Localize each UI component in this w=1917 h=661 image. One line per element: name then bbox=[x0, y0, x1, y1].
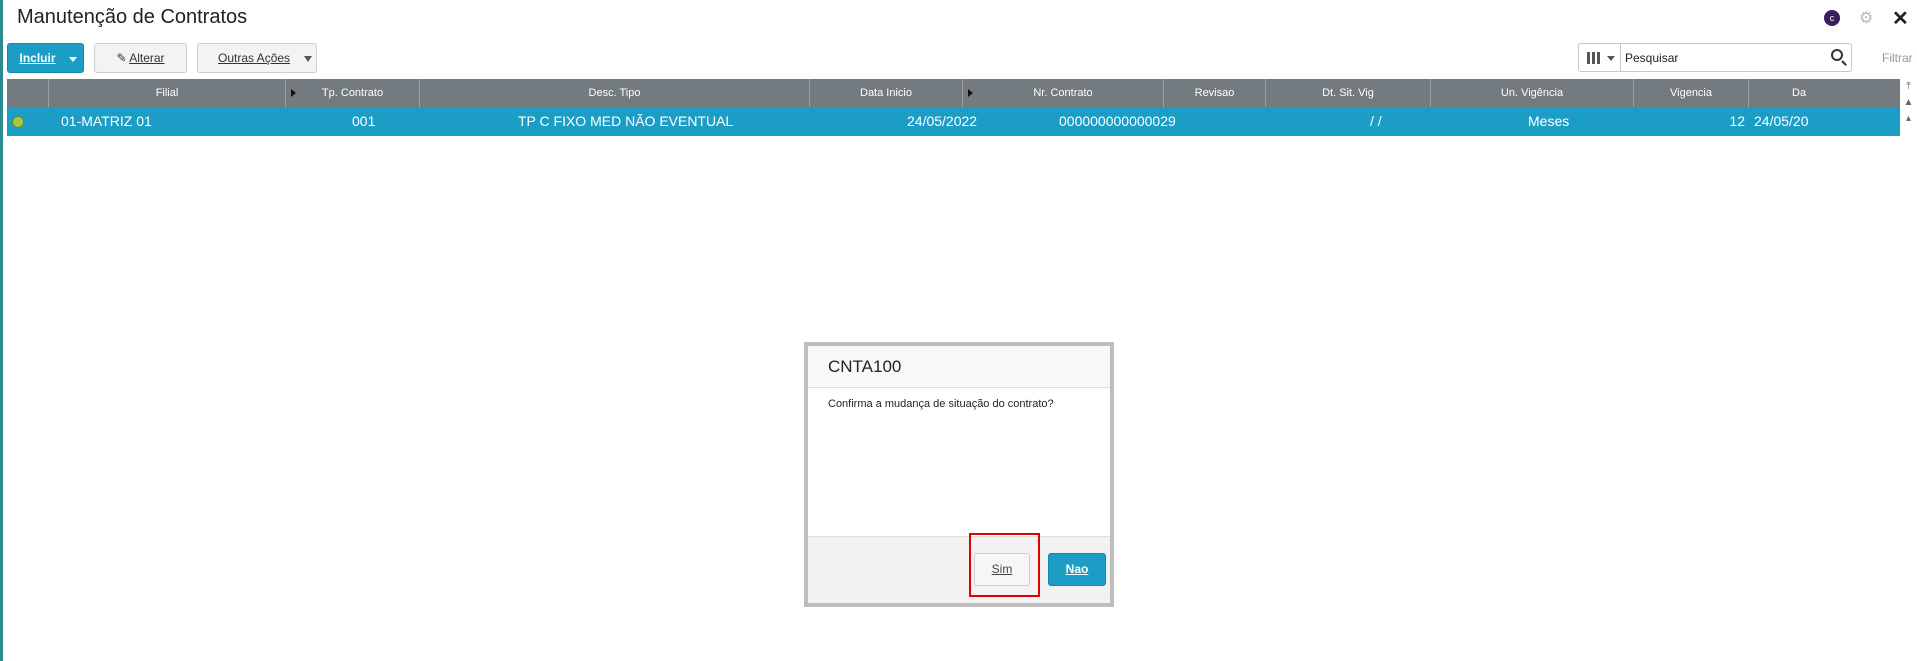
search-input[interactable] bbox=[1625, 46, 1825, 69]
header-vigencia[interactable]: Vigencia bbox=[1634, 79, 1749, 107]
gear-icon[interactable]: ⚙ bbox=[1859, 8, 1873, 28]
sort-arrow-icon bbox=[968, 89, 973, 97]
cell-dt-sit-vig: / / bbox=[1370, 113, 1382, 129]
header-data-extra[interactable]: Da bbox=[1749, 79, 1900, 107]
cell-un-vigencia: Meses bbox=[1528, 113, 1570, 129]
dialog-title: CNTA100 bbox=[808, 346, 1110, 388]
cell-tp-contrato: 001 bbox=[352, 113, 376, 129]
alterar-button[interactable]: ✎ Alterar bbox=[94, 43, 187, 73]
alterar-label: Alterar bbox=[129, 51, 165, 65]
header-un-vigencia[interactable]: Un. Vigência bbox=[1431, 79, 1634, 107]
page-title: Manutenção de Contratos bbox=[17, 6, 248, 28]
nao-button[interactable]: Nao bbox=[1048, 553, 1106, 586]
sort-arrow-icon bbox=[291, 89, 296, 97]
cell-data-extra: 24/05/20 bbox=[1754, 113, 1809, 129]
cell-desc-tipo: TP C FIXO MED NÃO EVENTUAL bbox=[518, 113, 734, 129]
close-icon[interactable]: ✕ bbox=[1892, 6, 1909, 31]
app-badge-icon[interactable]: c bbox=[1824, 10, 1840, 26]
annotation-highlight-box bbox=[969, 533, 1040, 597]
filter-link[interactable]: Filtrar bbox=[1882, 51, 1913, 65]
columns-icon bbox=[1587, 52, 1601, 64]
scroll-top-icon[interactable]: ⤒ bbox=[1900, 79, 1917, 95]
cell-revisao bbox=[1257, 107, 1297, 136]
header-data-inicio[interactable]: Data Inicio bbox=[810, 79, 963, 107]
cell-vigencia: 12 bbox=[1729, 113, 1745, 129]
grid-header: Filial Tp. Contrato Desc. Tipo Data Inic… bbox=[7, 79, 1900, 107]
dialog-message: Confirma a mudança de situação do contra… bbox=[828, 398, 1054, 410]
search-icon[interactable] bbox=[1831, 49, 1843, 61]
incluir-label: Incluir bbox=[19, 51, 56, 65]
dialog-footer: Sim Nao bbox=[808, 536, 1110, 603]
columns-selector-button[interactable] bbox=[1579, 44, 1621, 71]
left-accent-bar bbox=[0, 0, 3, 661]
status-indicator-icon bbox=[12, 116, 24, 128]
table-row[interactable]: 01-MATRIZ 01 001 TP C FIXO MED NÃO EVENT… bbox=[7, 107, 1900, 136]
chevron-down-icon bbox=[1607, 56, 1615, 61]
incluir-button[interactable]: Incluir bbox=[7, 43, 84, 73]
chevron-down-icon bbox=[304, 56, 312, 62]
header-tp-contrato[interactable]: Tp. Contrato bbox=[286, 79, 420, 107]
outras-acoes-label: Outras Ações bbox=[218, 51, 291, 65]
scroll-up-small-icon[interactable]: ▴ bbox=[1900, 111, 1917, 127]
header-nr-contrato[interactable]: Nr. Contrato bbox=[963, 79, 1164, 107]
search-box bbox=[1578, 43, 1852, 72]
header-desc-tipo[interactable]: Desc. Tipo bbox=[420, 79, 810, 107]
header-status-column[interactable] bbox=[7, 79, 49, 107]
pencil-icon: ✎ bbox=[116, 51, 127, 65]
header-filial[interactable]: Filial bbox=[49, 79, 286, 107]
confirm-dialog: CNTA100 Confirma a mudança de situação d… bbox=[804, 342, 1114, 607]
vertical-scrollbar[interactable]: ⤒ ▲ ▴ bbox=[1900, 79, 1917, 139]
header-revisao[interactable]: Revisao bbox=[1164, 79, 1266, 107]
outras-acoes-button[interactable]: Outras Ações bbox=[197, 43, 317, 73]
cell-filial: 01-MATRIZ 01 bbox=[61, 113, 152, 129]
contracts-grid: Filial Tp. Contrato Desc. Tipo Data Inic… bbox=[7, 79, 1900, 136]
cell-data-inicio: 24/05/2022 bbox=[907, 113, 978, 129]
scroll-up-icon[interactable]: ▲ bbox=[1900, 95, 1917, 111]
cell-nr-contrato: 000000000000029 bbox=[1059, 113, 1176, 129]
header-dt-sit-vig[interactable]: Dt. Sit. Vig bbox=[1266, 79, 1431, 107]
chevron-down-icon[interactable] bbox=[69, 57, 77, 62]
